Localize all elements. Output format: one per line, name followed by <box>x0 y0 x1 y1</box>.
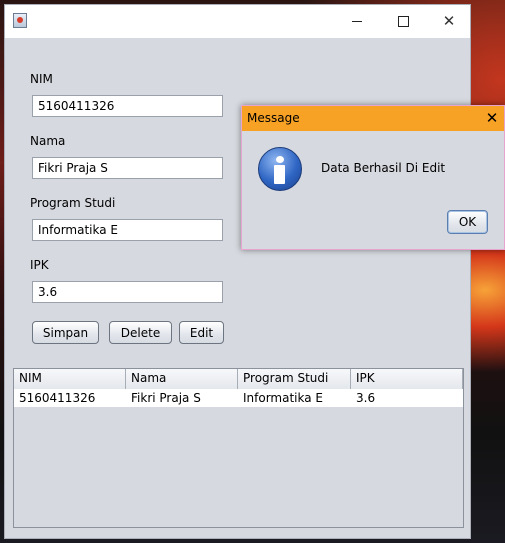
column-header-nim[interactable]: NIM <box>14 369 126 389</box>
dialog-title-bar: Message ✕ <box>242 106 504 131</box>
close-icon: ✕ <box>442 12 456 30</box>
title-bar: ✕ <box>5 5 470 38</box>
ok-button[interactable]: OK <box>447 210 488 234</box>
cell-nama: Fikri Praja S <box>131 391 201 405</box>
minimize-icon <box>352 21 362 22</box>
maximize-button[interactable] <box>380 5 426 38</box>
maximize-icon <box>397 16 409 27</box>
dialog-title: Message <box>247 111 300 125</box>
column-header-program-studi[interactable]: Program Studi <box>238 369 351 389</box>
column-header-nama[interactable]: Nama <box>126 369 238 389</box>
java-app-icon <box>13 13 27 28</box>
program-studi-label: Program Studi <box>30 196 116 210</box>
cell-ipk: 3.6 <box>356 391 376 405</box>
delete-button[interactable]: Delete <box>109 321 172 344</box>
nim-field[interactable] <box>32 95 223 117</box>
data-table[interactable]: NIM Nama Program Studi IPK 5160411326 Fi… <box>13 368 464 528</box>
cell-nim: 5160411326 <box>19 391 96 405</box>
minimize-button[interactable] <box>334 5 380 38</box>
column-header-ipk[interactable]: IPK <box>351 369 463 389</box>
nama-field[interactable] <box>32 157 223 179</box>
ipk-label: IPK <box>30 258 49 272</box>
program-studi-field[interactable] <box>32 219 223 241</box>
close-button[interactable]: ✕ <box>426 5 472 38</box>
main-window: ✕ NIM Nama Program Studi IPK Simpan Dele… <box>4 4 471 539</box>
cell-program-studi: Informatika E <box>243 391 324 405</box>
dialog-close-button[interactable]: ✕ <box>481 106 503 131</box>
close-icon: ✕ <box>485 109 499 127</box>
ipk-field[interactable] <box>32 281 223 303</box>
nama-label: Nama <box>30 134 66 148</box>
dialog-message: Data Berhasil Di Edit <box>321 161 446 175</box>
simpan-button[interactable]: Simpan <box>32 321 99 344</box>
table-row[interactable]: 5160411326 Fikri Praja S Informatika E 3… <box>14 389 463 407</box>
table-header: NIM Nama Program Studi IPK <box>14 369 463 389</box>
message-dialog: Message ✕ Data Berhasil Di Edit OK <box>241 105 505 250</box>
edit-button[interactable]: Edit <box>179 321 224 344</box>
information-icon <box>258 147 302 191</box>
nim-label: NIM <box>30 72 53 86</box>
